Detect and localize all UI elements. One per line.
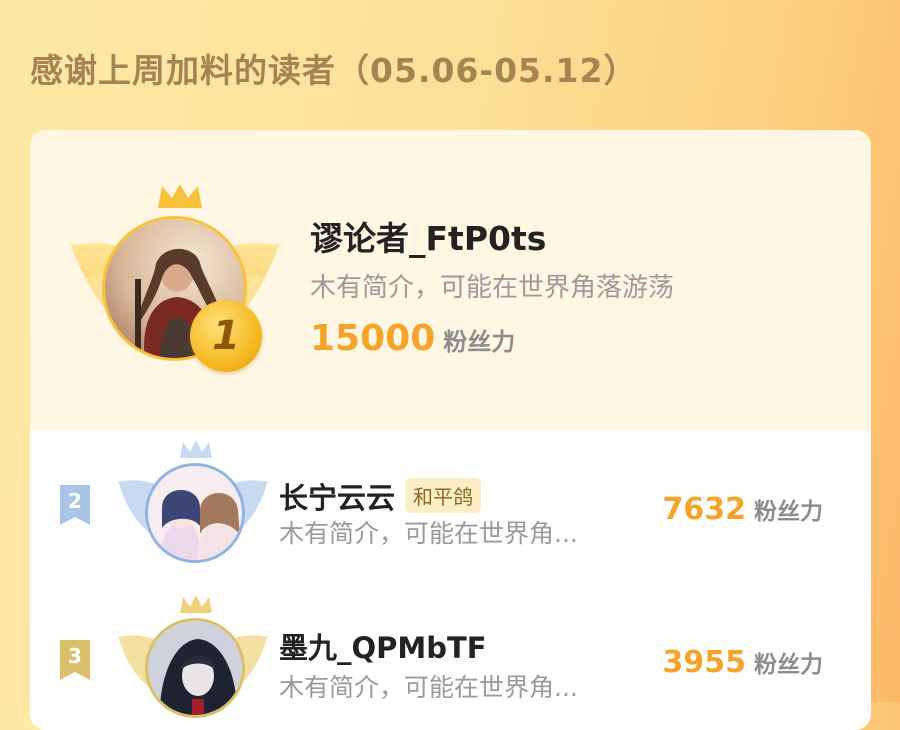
user-name[interactable]: 长宁云云 和平鸽 bbox=[279, 475, 482, 517]
avatar[interactable] bbox=[145, 618, 245, 718]
fans-unit: 粉丝力 bbox=[754, 499, 823, 525]
user-name[interactable]: 墨九_QPMbTF bbox=[279, 625, 487, 667]
fans-count: 3955 bbox=[662, 645, 747, 680]
fans-power: 3955 粉丝力 bbox=[663, 645, 824, 680]
leaderboard-item-rank-1[interactable]: 1 谬论者_FtP0ts 木有简介，可能在世界角落游荡 15000 粉丝力 bbox=[30, 130, 871, 430]
fans-power: 15000 粉丝力 bbox=[310, 318, 515, 359]
user-name-text: 墨九_QPMbTF bbox=[279, 631, 487, 665]
user-description: 木有简介，可能在世界角... bbox=[279, 519, 578, 548]
avatar[interactable] bbox=[145, 463, 245, 563]
user-description: 木有简介，可能在世界角... bbox=[279, 673, 578, 702]
rank-number: 2 bbox=[68, 489, 82, 513]
leaderboard-card: 1 谬论者_FtP0ts 木有简介，可能在世界角落游荡 15000粉丝力 2 bbox=[30, 130, 871, 730]
user-name[interactable]: 谬论者_FtP0ts bbox=[310, 212, 546, 260]
user-description: 木有简介，可能在世界角落游荡 bbox=[310, 273, 675, 303]
user-badge: 和平鸽 bbox=[405, 478, 482, 513]
fans-count: 7632 bbox=[662, 492, 747, 527]
user-name-text: 长宁云云 bbox=[279, 481, 396, 515]
fans-unit: 粉丝力 bbox=[443, 328, 516, 356]
page-title: 感谢上周加料的读者（05.06-05.12） bbox=[30, 51, 638, 90]
rank-number: 3 bbox=[68, 644, 82, 668]
fans-power: 7632 粉丝力 bbox=[663, 492, 824, 527]
rank-1-medal: 1 bbox=[190, 300, 262, 372]
leaderboard-item-rank-2[interactable]: 2 长宁云云 和平鸽 木有简介，可能在世界角... 7632 粉丝力 bbox=[30, 430, 871, 595]
fans-count: 15000 bbox=[310, 318, 436, 359]
leaderboard-item-rank-3[interactable]: 3 墨九_QPMbTF 木有简介，可能在世界角... 3955 粉丝力 bbox=[30, 595, 871, 730]
fans-unit: 粉丝力 bbox=[754, 652, 823, 678]
